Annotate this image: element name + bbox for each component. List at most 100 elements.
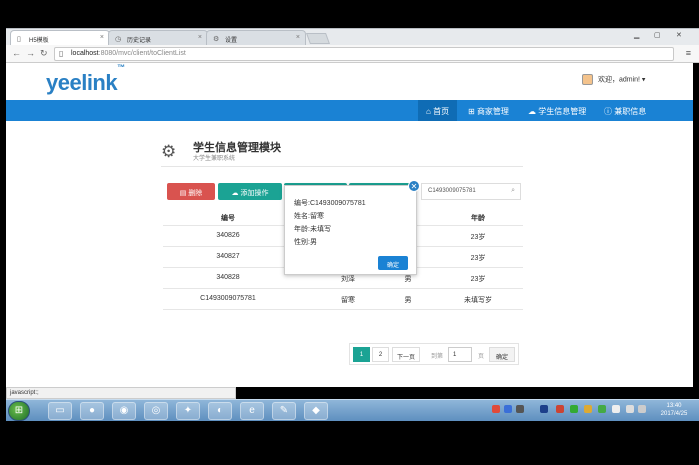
browser-status-bar: javascript:; (6, 387, 236, 399)
close-icon[interactable]: × (100, 34, 104, 41)
url-host: localhost (71, 50, 99, 57)
page-icon: ▯ (17, 36, 21, 43)
history-icon: ◷ (115, 36, 122, 43)
network-icon[interactable] (626, 405, 634, 413)
forward-icon[interactable]: → (26, 48, 35, 58)
popup-ok-button[interactable]: 确定 (378, 256, 408, 270)
tab-settings[interactable]: ⚙ 设置 × (206, 30, 306, 46)
reload-icon[interactable]: ↻ (40, 48, 48, 59)
trash-icon: ▤ (179, 190, 187, 197)
app-icon[interactable]: ◆ (304, 402, 328, 420)
firefox-icon[interactable]: ◉ (112, 402, 136, 420)
tab-label: 设置 (225, 38, 238, 44)
desktop-screen: ▯ H5模板 × ◷ 历史记录 × ⚙ 设置 × ▁ ▢ ✕ ← → ↻ ▯ l… (0, 0, 699, 465)
app-icon[interactable]: ✎ (272, 402, 296, 420)
logo-trademark: ™ (117, 63, 125, 72)
table-cell: 23岁 (470, 255, 486, 262)
maximize-icon[interactable]: ▢ (654, 31, 661, 39)
column-header: 编号 (221, 215, 235, 222)
add-label: 添加操作 (240, 190, 269, 197)
chrome-icon[interactable]: ◎ (144, 402, 168, 420)
divider (161, 166, 523, 167)
page-number-input[interactable]: 1 (448, 347, 472, 362)
page-2-button[interactable]: 2 (372, 347, 389, 362)
new-tab-button[interactable] (305, 33, 331, 44)
app-icon[interactable]: ● (80, 402, 104, 420)
pagination: 1 2 下一页 到第 1 页 确定 (349, 343, 519, 365)
tab-label: H5模板 (29, 38, 49, 44)
tab-label: 历史记录 (127, 38, 152, 44)
delete-label: 删除 (188, 190, 203, 197)
ie-icon[interactable]: e (240, 402, 264, 420)
nav-label: 学生信息管理 (538, 107, 587, 116)
nav-label: 兼职信息 (614, 107, 647, 116)
nav-home[interactable]: ⌂ 首页 (418, 100, 458, 121)
clock-time: 13:40 (666, 403, 682, 409)
detail-gender: 性别:男 (294, 239, 317, 246)
web-page: yeelink™ 欢迎，admin! ▾ ⌂ 首页 ⊞ 商家管理 ☁ 学生信息管… (6, 63, 693, 387)
nav-label: 首页 (433, 107, 450, 116)
tray-icon[interactable] (556, 405, 564, 413)
page-subtitle: 大学生兼职系统 (193, 156, 236, 162)
tray-icon[interactable] (516, 405, 524, 413)
clock-date: 2017/4/25 (660, 411, 688, 417)
system-tray (490, 403, 650, 419)
search-icon[interactable]: ⌕ (511, 187, 515, 195)
tray-icon[interactable] (540, 405, 548, 413)
windows-taskbar: ⊞ ▭ ● ◉ ◎ ✦ ◐ e ✎ ◆ 13:40 2017/4/25 (6, 399, 699, 421)
app-icon[interactable]: ◐ (208, 402, 232, 420)
browser-tab-strip: ▯ H5模板 × ◷ 历史记录 × ⚙ 设置 × ▁ ▢ ✕ (6, 28, 699, 46)
taskbar-clock[interactable]: 13:40 2017/4/25 (650, 402, 698, 418)
nav-merchant[interactable]: ⊞ 商家管理 (468, 100, 509, 121)
delete-button[interactable]: ▤ 删除 (167, 183, 215, 200)
table-cell: 23岁 (470, 276, 486, 283)
close-icon[interactable]: ✕ (408, 180, 420, 192)
next-page-button[interactable]: 下一页 (392, 347, 420, 362)
tray-icon[interactable] (612, 405, 620, 413)
table-cell: 340828 (216, 274, 240, 281)
nav-student[interactable]: ☁ 学生信息管理 (528, 100, 586, 121)
sitemap-icon: ⊞ (468, 107, 475, 116)
tray-icon[interactable] (584, 405, 592, 413)
url-input[interactable]: ▯ localhost:8080/mvc/client/toClientList (54, 47, 674, 61)
tray-icon[interactable] (570, 405, 578, 413)
table-row[interactable]: C1493009075781 留寒 男 未填写岁 (163, 289, 523, 310)
close-window-icon[interactable]: ✕ (676, 31, 682, 39)
info-circle-icon: ⓘ (604, 107, 612, 116)
page-1-button[interactable]: 1 (353, 347, 370, 362)
go-button[interactable]: 确定 (489, 347, 515, 362)
search-input[interactable]: C1493009075781 ⌕ (421, 183, 521, 200)
menu-icon[interactable]: ≡ (686, 48, 691, 58)
tab-h5[interactable]: ▯ H5模板 × (10, 30, 110, 46)
tray-icon[interactable] (492, 405, 500, 413)
volume-icon[interactable] (638, 405, 646, 413)
app-icon[interactable]: ✦ (176, 402, 200, 420)
gear-icon: ⚙ (213, 36, 220, 43)
minimize-icon[interactable]: ▁ (634, 31, 639, 39)
student-detail-popup: 编号:C1493009075781 姓名:留寒 年龄:未填写 性别:男 确定 (284, 185, 417, 275)
table-cell: 340827 (216, 253, 240, 260)
user-menu[interactable]: 欢迎，admin! ▾ (582, 74, 645, 85)
url-path: :8080/mvc/client/toClientList (98, 50, 186, 57)
user-greeting: 欢迎，admin! (597, 76, 640, 84)
close-icon[interactable]: × (296, 34, 300, 41)
back-icon[interactable]: ← (12, 48, 21, 58)
tab-history[interactable]: ◷ 历史记录 × (108, 30, 208, 46)
tray-icon[interactable] (504, 405, 512, 413)
search-value: C1493009075781 (428, 188, 476, 194)
nav-parttime[interactable]: ⓘ 兼职信息 (604, 100, 646, 121)
table-cell: 340826 (216, 232, 240, 239)
close-icon[interactable]: × (198, 34, 202, 41)
logo-text: yeelink (46, 70, 118, 95)
table-cell: 留寒 (341, 297, 355, 304)
add-button[interactable]: ☁ 添加操作 (218, 183, 282, 200)
goto-label: 到第 (431, 354, 444, 360)
address-toolbar: ← → ↻ ▯ localhost:8080/mvc/client/toClie… (6, 45, 699, 63)
table-cell: 未填写岁 (464, 297, 492, 304)
start-button[interactable]: ⊞ (8, 401, 30, 421)
tray-icon[interactable] (598, 405, 606, 413)
home-icon: ⌂ (426, 107, 431, 116)
site-logo[interactable]: yeelink™ (46, 63, 125, 96)
file-explorer-icon[interactable]: ▭ (48, 402, 72, 420)
cloud-upload-icon: ☁ (231, 190, 239, 197)
